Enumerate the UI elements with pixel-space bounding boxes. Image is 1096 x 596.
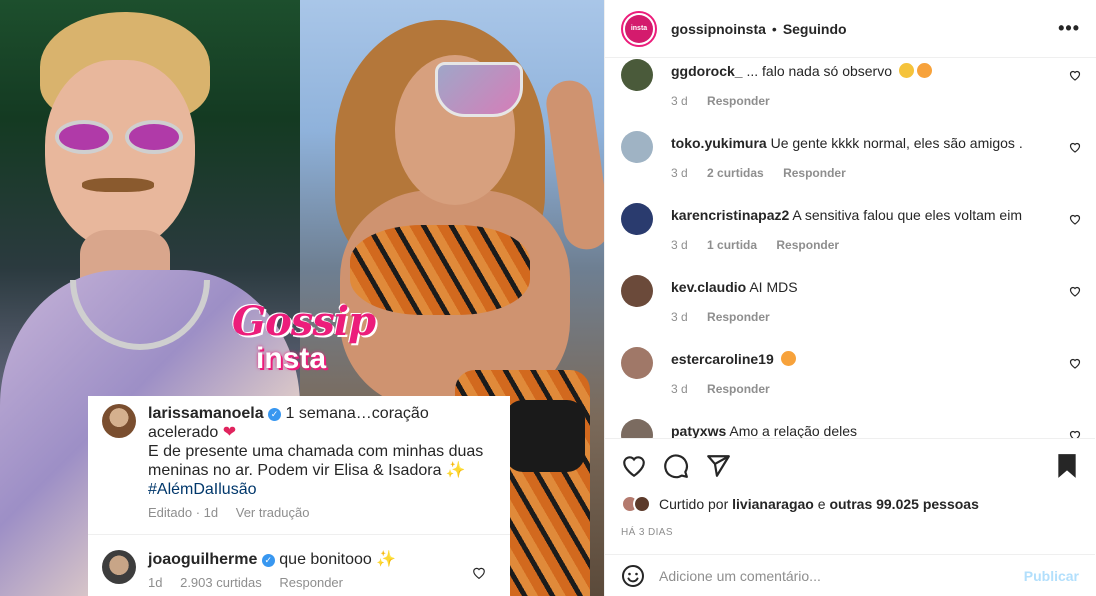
comment-bubble-icon[interactable] bbox=[663, 453, 689, 479]
heart-eyes-emoji-icon bbox=[780, 351, 796, 366]
share-send-icon[interactable] bbox=[705, 453, 731, 479]
comment-username[interactable]: ggdorock_ bbox=[671, 63, 743, 79]
heart-eyes-emoji-icon bbox=[916, 63, 932, 78]
reply-button[interactable]: Responder bbox=[707, 94, 770, 108]
avatar bbox=[102, 550, 136, 584]
comment-item: patyxws Amo a relação deles bbox=[621, 419, 1081, 438]
post-actions: Curtido por livianaragao e outras 99.025… bbox=[605, 438, 1095, 554]
comment-text: ... falo nada só observo bbox=[746, 63, 893, 79]
avatar[interactable] bbox=[621, 203, 653, 235]
reply-button[interactable]: Responder bbox=[783, 166, 846, 180]
card-comment-2: joaoguilherme ✓ que bonitooo ✨ 1d 2.903 … bbox=[102, 550, 488, 592]
comment-username[interactable]: karencristinapaz2 bbox=[671, 207, 789, 223]
card-username: joaoguilherme bbox=[148, 551, 258, 568]
account-username[interactable]: gossipnoinsta bbox=[671, 21, 766, 37]
comment-item: ggdorock_ ... falo nada só observo 3 d R… bbox=[621, 59, 1081, 131]
likes-summary[interactable]: Curtido por livianaragao e outras 99.025… bbox=[621, 495, 979, 513]
post-sidebar: insta gossipnoinsta • Seguindo ••• ggdor… bbox=[604, 0, 1096, 596]
verified-icon: ✓ bbox=[268, 408, 282, 421]
heart-icon bbox=[473, 567, 485, 579]
comment-list[interactable]: ggdorock_ ... falo nada só observo 3 d R… bbox=[605, 59, 1095, 438]
verified-icon: ✓ bbox=[261, 554, 275, 567]
post-header: insta gossipnoinsta • Seguindo ••• bbox=[605, 0, 1096, 58]
watermark-logo: Gossip insta bbox=[232, 298, 376, 375]
laughing-emoji-icon bbox=[898, 63, 914, 78]
liked-by-others[interactable]: outras 99.025 pessoas bbox=[829, 496, 978, 512]
gossip-logo-icon: insta bbox=[625, 14, 653, 43]
comment-time: 3 d bbox=[671, 94, 688, 108]
comment-text: Amo a relação deles bbox=[729, 423, 858, 438]
like-comment-icon[interactable] bbox=[1069, 213, 1081, 225]
comment-item: toko.yukimura Ue gente kkkk normal, eles… bbox=[621, 131, 1081, 203]
save-bookmark-icon[interactable] bbox=[1055, 453, 1079, 479]
embedded-comment-card: larissamanoela ✓ 1 semana…coração aceler… bbox=[88, 396, 510, 596]
card-username: larissamanoela bbox=[148, 405, 264, 422]
post-modal: Gossip insta larissamanoela ✓ 1 semana…c… bbox=[0, 0, 1096, 596]
like-comment-icon[interactable] bbox=[1069, 69, 1081, 81]
following-button[interactable]: Seguindo bbox=[783, 21, 847, 37]
comment-text: A sensitiva falou que eles voltam eim bbox=[792, 207, 1022, 223]
liked-by-and: e bbox=[817, 496, 826, 512]
avatar[interactable] bbox=[621, 347, 653, 379]
comment-input[interactable] bbox=[659, 567, 1024, 584]
divider bbox=[88, 534, 510, 535]
comment-text: AI MDS bbox=[749, 279, 798, 295]
like-comment-icon[interactable] bbox=[1069, 285, 1081, 297]
like-comment-icon[interactable] bbox=[1069, 357, 1081, 369]
like-comment-icon[interactable] bbox=[1069, 141, 1081, 153]
separator: • bbox=[771, 20, 777, 37]
card-comment-text: que bonitooo ✨ bbox=[279, 551, 397, 568]
comment-item: estercaroline19 3 d Responder bbox=[621, 347, 1081, 419]
account-avatar[interactable]: insta bbox=[621, 10, 657, 47]
post-image[interactable]: Gossip insta larissamanoela ✓ 1 semana…c… bbox=[0, 0, 604, 596]
comment-username[interactable]: estercaroline19 bbox=[671, 351, 774, 367]
comment-text: Ue gente kkkk normal, eles são amigos . bbox=[770, 135, 1023, 151]
emoji-picker-icon[interactable] bbox=[621, 564, 645, 588]
avatar bbox=[102, 404, 136, 438]
reply-button[interactable]: Responder bbox=[707, 310, 770, 324]
card-meta-edited: Editado · 1d bbox=[148, 505, 219, 520]
watermark-text-top: Gossip bbox=[232, 298, 376, 345]
liked-by-user[interactable]: livianaragao bbox=[732, 496, 814, 512]
comment-composer: Publicar bbox=[605, 554, 1095, 596]
reply-button[interactable]: Responder bbox=[707, 382, 770, 396]
comment-username[interactable]: kev.claudio bbox=[671, 279, 746, 295]
liked-by-prefix: Curtido por bbox=[659, 496, 729, 512]
card-time: 1d bbox=[148, 575, 163, 590]
post-timestamp[interactable]: HÁ 3 DIAS bbox=[621, 527, 673, 538]
card-translate: Ver tradução bbox=[235, 505, 310, 520]
avatar[interactable] bbox=[621, 59, 653, 91]
avatar[interactable] bbox=[621, 131, 653, 163]
publish-button[interactable]: Publicar bbox=[1024, 568, 1079, 584]
card-comment-text-2: E de presente uma chamada com minhas dua… bbox=[148, 443, 484, 479]
like-heart-icon[interactable] bbox=[621, 453, 647, 479]
comment-time: 3 d bbox=[671, 166, 688, 180]
comment-likes[interactable]: 2 curtidas bbox=[707, 166, 764, 180]
avatar bbox=[633, 495, 651, 513]
comment-time: 3 d bbox=[671, 310, 688, 324]
comment-time: 3 d bbox=[671, 382, 688, 396]
watermark-text-bottom: insta bbox=[256, 342, 327, 375]
more-options-icon[interactable]: ••• bbox=[1058, 18, 1080, 39]
comment-likes[interactable]: 1 curtida bbox=[707, 238, 757, 252]
avatar[interactable] bbox=[621, 275, 653, 307]
reply-button[interactable]: Responder bbox=[776, 238, 839, 252]
card-reply: Responder bbox=[279, 575, 343, 590]
comment-item: karencristinapaz2 A sensitiva falou que … bbox=[621, 203, 1081, 275]
comment-item: kev.claudio AI MDS 3 d Responder bbox=[621, 275, 1081, 347]
card-comment-1: larissamanoela ✓ 1 semana…coração aceler… bbox=[102, 404, 488, 522]
card-likes: 2.903 curtidas bbox=[180, 575, 262, 590]
heart-emoji-icon: ❤ bbox=[222, 424, 237, 441]
like-comment-icon[interactable] bbox=[1069, 429, 1081, 438]
comment-username[interactable]: patyxws bbox=[671, 423, 726, 438]
avatar[interactable] bbox=[621, 419, 653, 438]
comment-username[interactable]: toko.yukimura bbox=[671, 135, 767, 151]
hashtag-link: #AlémDaIlusão bbox=[148, 481, 257, 498]
comment-time: 3 d bbox=[671, 238, 688, 252]
